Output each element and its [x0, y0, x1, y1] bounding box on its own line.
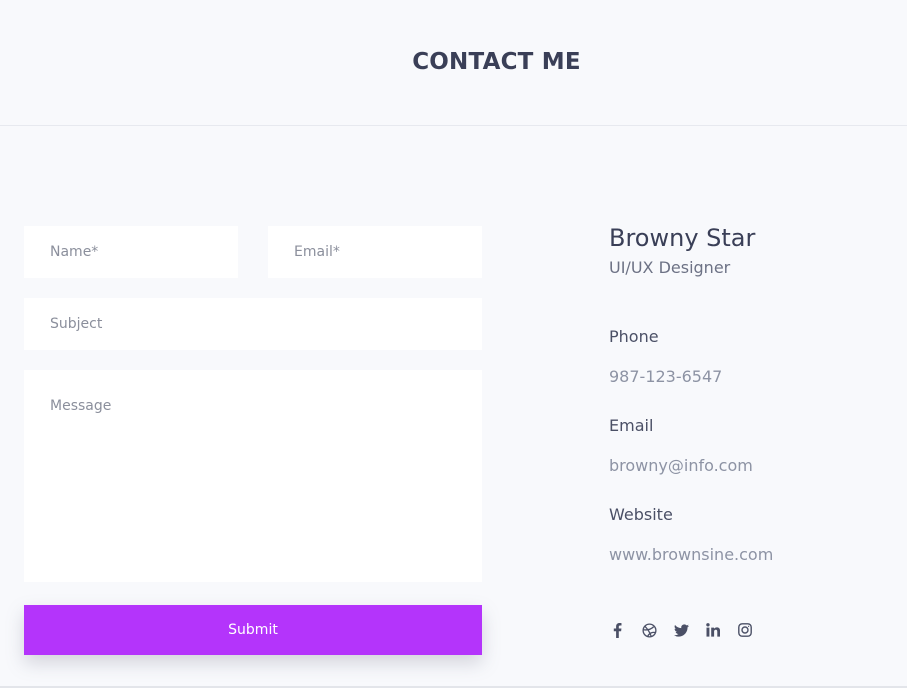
- phone-value: 987-123-6547: [609, 367, 723, 386]
- email-label: Email: [609, 416, 654, 435]
- dribbble-icon[interactable]: [641, 622, 657, 638]
- submit-button[interactable]: Submit: [24, 605, 482, 655]
- linkedin-icon[interactable]: [705, 622, 721, 638]
- profile-name: Browny Star: [609, 224, 756, 252]
- email-input[interactable]: [268, 226, 482, 278]
- facebook-icon[interactable]: [609, 622, 625, 638]
- page-header: CONTACT ME: [0, 0, 907, 126]
- name-input[interactable]: [24, 226, 238, 278]
- message-textarea[interactable]: [24, 370, 482, 582]
- page-title: CONTACT ME: [412, 48, 581, 75]
- instagram-icon[interactable]: [737, 622, 753, 638]
- social-links: [609, 622, 769, 638]
- contact-info: Browny Star UI/UX Designer Phone 987-123…: [609, 222, 899, 564]
- website-label: Website: [609, 505, 673, 524]
- subject-input[interactable]: [24, 298, 482, 350]
- email-value: browny@info.com: [609, 456, 753, 475]
- phone-label: Phone: [609, 327, 659, 346]
- website-value: www.brownsine.com: [609, 545, 774, 564]
- profile-role: UI/UX Designer: [609, 258, 731, 277]
- twitter-icon[interactable]: [673, 622, 689, 638]
